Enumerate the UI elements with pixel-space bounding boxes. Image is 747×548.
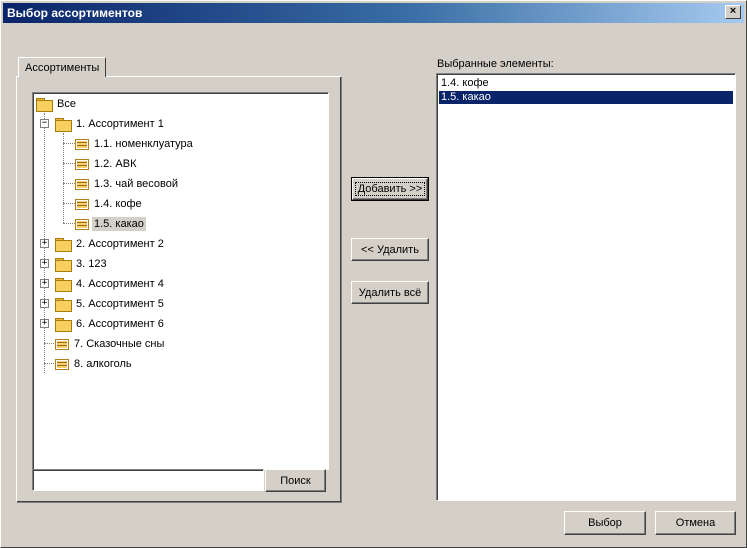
tree-node-group[interactable]: 3. 123 xyxy=(55,255,109,273)
tree-connector xyxy=(63,203,75,204)
tree-node-group[interactable]: 6. Ассортимент 6 xyxy=(55,315,166,333)
tree-node-label: 1.1. номенклуатура xyxy=(94,138,193,150)
tree-node-item[interactable]: 1.1. номенклуатура xyxy=(75,135,195,153)
tree-node-item[interactable]: 8. алкоголь xyxy=(55,355,134,373)
folder-icon xyxy=(55,278,72,292)
tree-node-item[interactable]: 1.3. чай весовой xyxy=(75,175,180,193)
tree-node-group[interactable]: 2. Ассортимент 2 xyxy=(55,235,166,253)
add-button[interactable]: Добавить >> xyxy=(351,177,429,201)
search-button-label: Поиск xyxy=(280,474,311,487)
remove-all-button[interactable]: Удалить всё xyxy=(351,281,429,304)
ok-button[interactable]: Выбор xyxy=(564,511,646,535)
tree-node-item[interactable]: 1.4. кофе xyxy=(75,195,144,213)
tree-node-label: 1.4. кофе xyxy=(94,198,142,210)
tree-connector xyxy=(63,223,75,224)
tree-node-label: 1.2. АВК xyxy=(94,158,137,170)
expand-icon[interactable]: + xyxy=(40,279,49,288)
tree-node-group[interactable]: 5. Ассортимент 5 xyxy=(55,295,166,313)
tree-node-item[interactable]: 1.2. АВК xyxy=(75,155,139,173)
title-bar[interactable]: Выбор ассортиментов × xyxy=(3,3,744,23)
list-item[interactable]: 1.4. кофе xyxy=(439,77,733,90)
tree-node-label: Все xyxy=(57,98,76,110)
list-item-icon xyxy=(75,178,89,190)
ok-button-label: Выбор xyxy=(588,517,622,529)
list-item-icon xyxy=(55,358,69,370)
tree-connector xyxy=(63,183,75,184)
selected-elements-list[interactable]: 1.4. кофе 1.5. какао xyxy=(436,73,736,501)
tree-node-label: 2. Ассортимент 2 xyxy=(76,238,164,250)
tree-node-label: 7. Сказочные сны xyxy=(74,338,165,350)
expand-icon[interactable]: + xyxy=(40,299,49,308)
tree-connector xyxy=(63,163,75,164)
dialog-window: Выбор ассортиментов × Ассортименты Все −… xyxy=(0,0,747,548)
folder-icon xyxy=(55,318,72,332)
list-item-icon xyxy=(75,198,89,210)
tree-node-label: 5. Ассортимент 5 xyxy=(76,298,164,310)
folder-icon xyxy=(55,238,72,252)
folder-icon xyxy=(55,298,72,312)
remove-button[interactable]: << Удалить xyxy=(351,238,429,261)
tree-node-label: 8. алкоголь xyxy=(74,358,132,370)
cancel-button-label: Отмена xyxy=(675,517,716,529)
tree-node-label: 1.3. чай весовой xyxy=(94,178,179,190)
expand-icon[interactable]: + xyxy=(40,319,49,328)
expand-icon[interactable]: + xyxy=(40,259,49,268)
tree-node-group[interactable]: 4. Ассортимент 4 xyxy=(55,275,166,293)
assortment-tree[interactable]: Все − 1. Ассортимент 1 1.1. номенклуатур… xyxy=(32,92,329,470)
folder-icon xyxy=(55,258,72,272)
search-button[interactable]: Поиск xyxy=(265,469,326,492)
tab-label: Ассортименты xyxy=(25,61,100,74)
tree-node-group[interactable]: 1. Ассортимент 1 xyxy=(55,115,166,133)
folder-open-icon xyxy=(55,118,72,132)
list-item-icon xyxy=(75,218,89,230)
remove-button-label: << Удалить xyxy=(361,243,419,256)
close-icon: × xyxy=(729,5,737,17)
tree-connector xyxy=(63,143,75,144)
list-item-icon xyxy=(55,338,69,350)
list-item-icon xyxy=(75,158,89,170)
selected-elements-label: Выбранные элементы: xyxy=(437,58,554,70)
tree-node-label: 6. Ассортимент 6 xyxy=(76,318,164,330)
expand-icon[interactable]: + xyxy=(40,239,49,248)
collapse-icon[interactable]: − xyxy=(40,119,49,128)
close-button[interactable]: × xyxy=(725,5,741,19)
remove-all-button-label: Удалить всё xyxy=(358,286,422,299)
tree-node-label: 1.5. какао xyxy=(92,217,146,231)
tree-node-label: 4. Ассортимент 4 xyxy=(76,278,164,290)
list-item-selected[interactable]: 1.5. какао xyxy=(439,91,733,104)
tab-assortments[interactable]: Ассортименты xyxy=(18,57,107,77)
tree-node-item-selected[interactable]: 1.5. какао xyxy=(75,215,146,233)
window-title: Выбор ассортиментов xyxy=(7,6,143,20)
tree-node-label: 3. 123 xyxy=(76,258,107,270)
tree-node-item[interactable]: 7. Сказочные сны xyxy=(55,335,166,353)
list-item-icon xyxy=(75,138,89,150)
cancel-button[interactable]: Отмена xyxy=(655,511,736,535)
add-button-label: Добавить >> xyxy=(354,182,426,196)
tree-node-label: 1. Ассортимент 1 xyxy=(76,118,164,130)
search-input[interactable] xyxy=(32,469,264,491)
tree-node-root[interactable]: Все xyxy=(36,95,78,113)
folder-icon xyxy=(36,98,53,112)
tree-connector xyxy=(63,133,64,223)
